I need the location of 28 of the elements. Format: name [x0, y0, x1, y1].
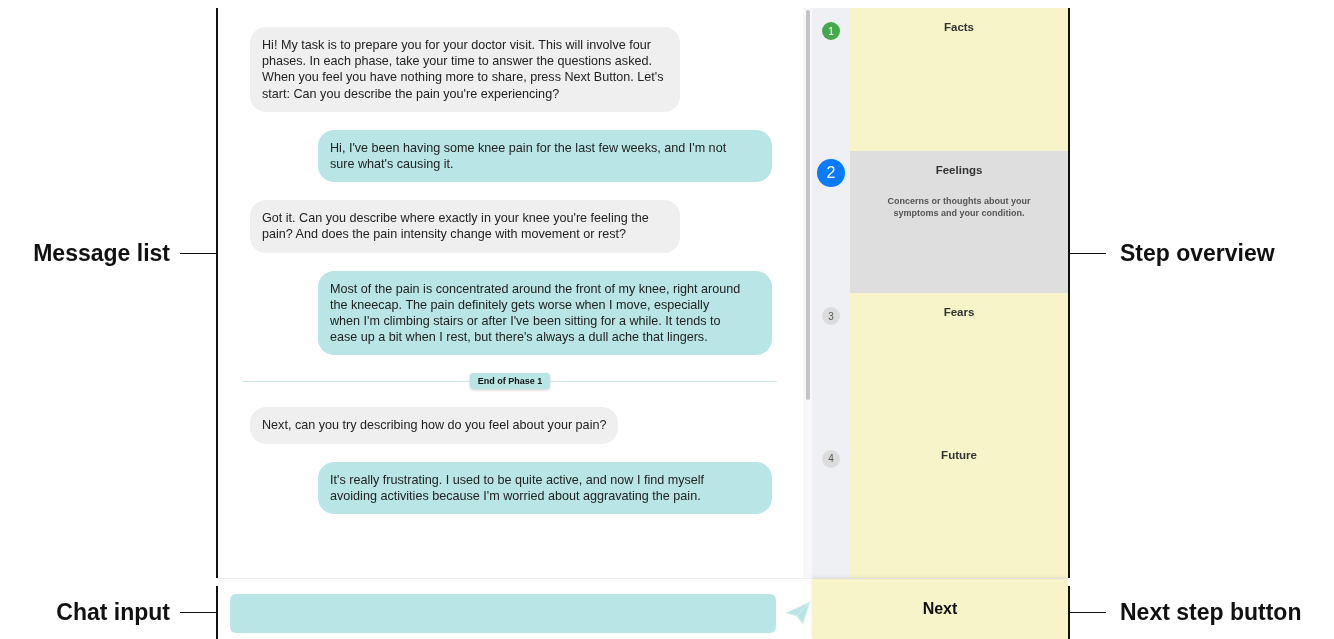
send-icon[interactable]: [784, 599, 812, 627]
bot-message: Hi! My task is to prepare you for your doctor visit. This will involve four phases. In each phase, take your time to answer the questions asked. When you feel you have nothing more to share, press Next Button. Let's start: Can you describe the pain you're experiencing?: [250, 27, 680, 112]
phase-divider-label: End of Phase 1: [469, 373, 551, 390]
chat-input-field[interactable]: [230, 593, 777, 633]
step-panel[interactable]: Facts: [850, 8, 1068, 151]
user-message: It's really frustrating. I used to be quite active, and now I find myself avoiding activities because I'm worried about aggravating the pain.: [318, 461, 772, 515]
step-number: 2: [817, 158, 845, 187]
bot-message: Next, can you try describing how do you feel about your pain?: [250, 407, 619, 444]
step-panel[interactable]: Feelings Concerns or thoughts about your symptoms and your condition.: [850, 150, 1068, 293]
step-panel[interactable]: Future: [850, 435, 1068, 578]
step-title: Fears: [943, 306, 975, 318]
user-message: Most of the pain is concentrated around the front of my knee, right around the kneecap. The pain definitely gets worse when I move, especially when I'm climbing stairs or after I've been sitting for a while. It tends to ease up a bit when I rest, but there's always a dull ache that lingers.: [318, 270, 772, 356]
step-title: Facts: [943, 21, 974, 33]
step-number: 1: [822, 22, 840, 40]
step-number: 3: [822, 307, 840, 325]
annotation-label: Next step button: [1120, 599, 1302, 625]
annotation-label: Step overview: [1120, 240, 1275, 266]
step-title: Future: [941, 448, 977, 461]
scrollbar-thumb[interactable]: [805, 10, 810, 400]
bot-message: Got it. Can you describe where exactly in your knee you're feeling the pain? And does the pain intensity change with movement or rest?: [250, 200, 680, 253]
step-number: 4: [822, 449, 840, 468]
annotation-label: Message list: [33, 240, 170, 266]
step-panel[interactable]: Fears: [850, 293, 1068, 436]
next-button[interactable]: Next: [812, 579, 1068, 639]
annotation-label: Chat input: [56, 599, 170, 625]
step-description: Concerns or thoughts about your symptoms and your condition.: [886, 194, 1032, 219]
user-message: Hi, I've been having some knee pain for the last few weeks, and I'm not sure what's causing it.: [318, 129, 772, 183]
step-title: Feelings: [935, 163, 983, 176]
